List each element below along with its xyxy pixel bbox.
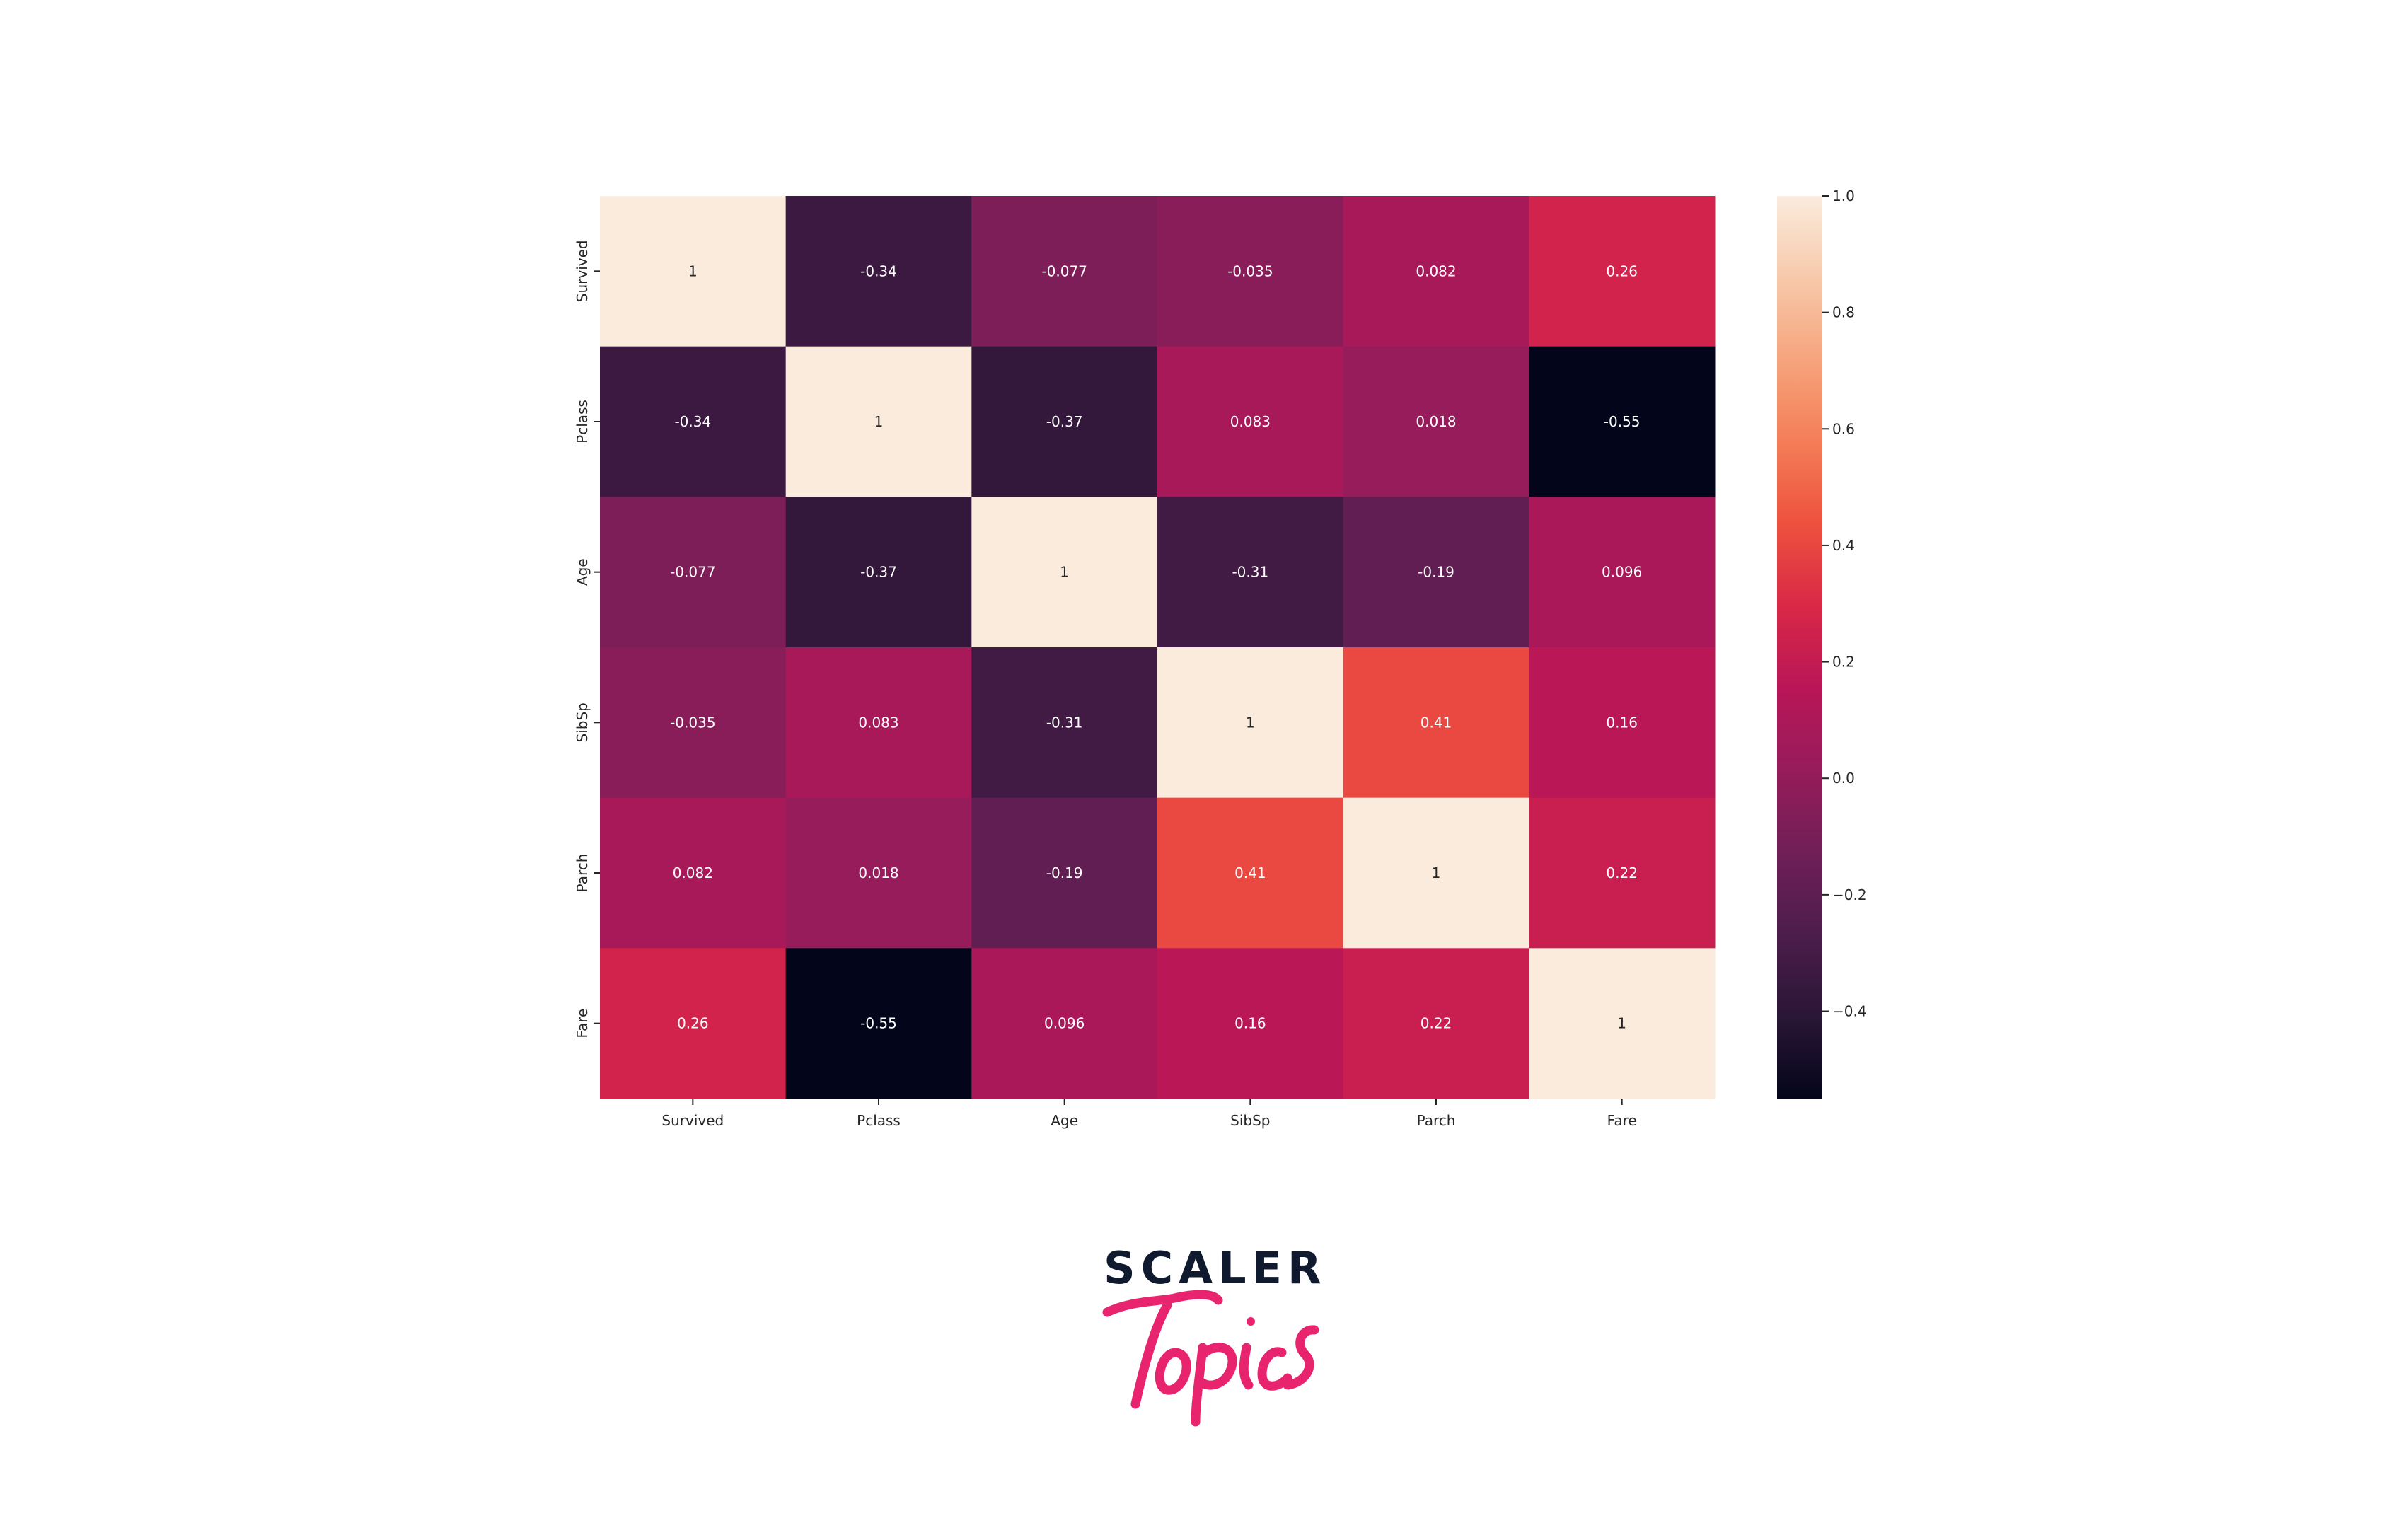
correlation-heatmap: 1 -0.34 -0.077 -0.035 0.082 0.26 -0.34 1 -0.37 0.… (574, 187, 1867, 1129)
cell-annotation: 0.096 (1044, 1015, 1085, 1032)
cell-annotation: -0.34 (860, 262, 897, 279)
x-tick-label: Survived (661, 1112, 724, 1129)
cell-annotation: 0.26 (1606, 262, 1638, 279)
cell-annotation: -0.55 (1604, 413, 1641, 430)
colorbar-tick-label: 0.8 (1832, 304, 1855, 321)
cell-annotation: 1 (1617, 1015, 1626, 1032)
cell-annotation: 0.018 (1416, 413, 1456, 430)
cell-annotation: -0.077 (670, 564, 715, 581)
colorbar-tick-label: 0.2 (1832, 654, 1855, 671)
x-tick-label: SibSp (1230, 1112, 1270, 1129)
cell-annotation: 0.41 (1421, 714, 1452, 731)
colorbar-tick-label: 0.4 (1832, 537, 1855, 554)
x-tick-label: Fare (1607, 1112, 1637, 1129)
cell-annotation: 1 (1246, 714, 1255, 731)
colorbar-tick-label: 0.0 (1832, 770, 1855, 787)
cell-annotation: 0.083 (1230, 413, 1271, 430)
colorbar: 1.0 0.8 0.6 0.4 0.2 0.0 −0.2 −0.4 (1777, 187, 1867, 1099)
colorbar-tick-label: −0.2 (1832, 886, 1867, 903)
y-axis: Survived Pclass Age SibSp Parch Fare (574, 240, 600, 1038)
cell-annotation: 0.22 (1421, 1015, 1452, 1032)
cell-annotation: 1 (688, 262, 698, 279)
cell-annotation: 1 (874, 413, 884, 430)
x-tick-label: Parch (1417, 1112, 1456, 1129)
colorbar-gradient (1777, 196, 1822, 1099)
cell-annotation: 0.082 (673, 864, 713, 881)
cell-annotation: 0.082 (1416, 262, 1456, 279)
x-axis: Survived Pclass Age SibSp Parch Fare (661, 1099, 1637, 1129)
cell-annotation: -0.31 (1232, 564, 1268, 581)
cell-annotation: 0.16 (1606, 714, 1638, 731)
y-tick-label: Age (574, 558, 591, 586)
y-tick-label: Fare (574, 1009, 591, 1038)
heatmap-cells: 1 -0.34 -0.077 -0.035 0.082 0.26 -0.34 1 -0.37 0.… (600, 196, 1716, 1099)
cell-annotation: 0.26 (677, 1015, 709, 1032)
colorbar-tick-label: −0.4 (1832, 1003, 1867, 1020)
cell-annotation: -0.035 (670, 714, 715, 731)
cell-annotation: -0.37 (1046, 413, 1083, 430)
y-tick-label: Parch (574, 854, 591, 893)
colorbar-ticks: 1.0 0.8 0.6 0.4 0.2 0.0 −0.2 −0.4 (1822, 187, 1867, 1020)
cell-annotation: 0.16 (1234, 1015, 1266, 1032)
cell-annotation: -0.34 (674, 413, 711, 430)
colorbar-tick-label: 1.0 (1832, 187, 1855, 204)
cell-annotation: -0.035 (1227, 262, 1273, 279)
cell-annotation: 0.096 (1602, 564, 1642, 581)
cell-annotation: 0.083 (858, 714, 898, 731)
cell-annotation: 1 (1432, 864, 1441, 881)
x-tick-label: Age (1051, 1112, 1078, 1129)
y-tick-label: Pclass (574, 400, 591, 444)
cell-annotation: -0.19 (1046, 864, 1083, 881)
cell-annotation: 1 (1060, 564, 1069, 581)
cell-annotation: -0.077 (1041, 262, 1087, 279)
colorbar-tick-label: 0.6 (1832, 420, 1855, 437)
cell-annotation: -0.31 (1046, 714, 1083, 731)
cell-annotation: 0.018 (858, 864, 898, 881)
cell-annotation: -0.55 (860, 1015, 897, 1032)
cell-annotation: -0.37 (860, 564, 897, 581)
y-tick-label: Survived (574, 240, 591, 302)
cell-annotation: -0.19 (1418, 564, 1454, 581)
cell-annotation: 0.22 (1606, 864, 1638, 881)
cell-annotation: 0.41 (1234, 864, 1266, 881)
x-tick-label: Pclass (857, 1112, 901, 1129)
y-tick-label: SibSp (574, 702, 591, 742)
